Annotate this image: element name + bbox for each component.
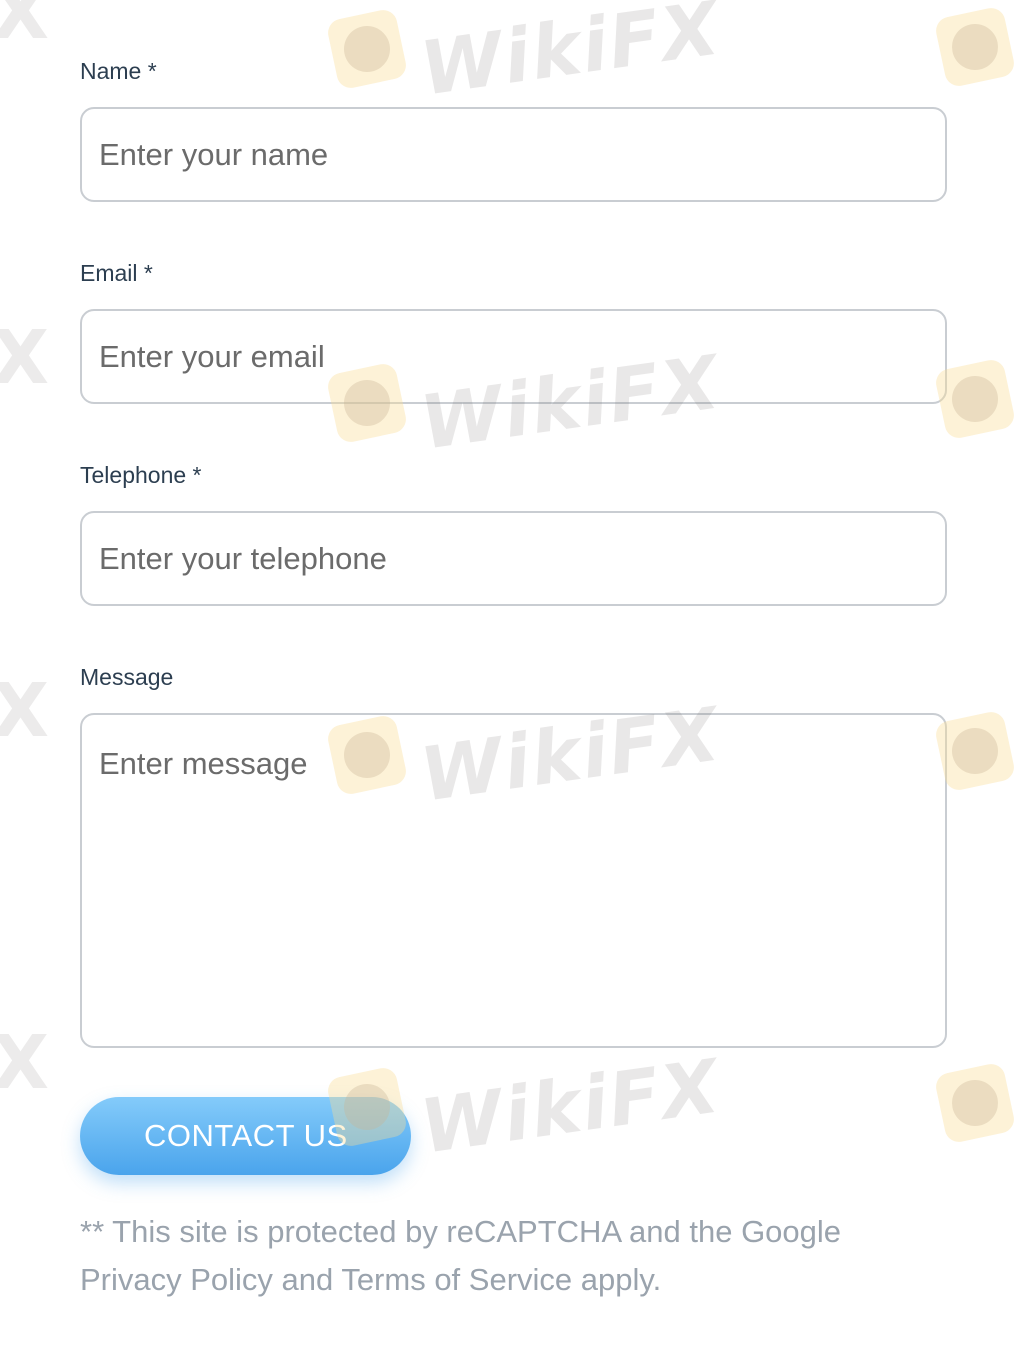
contact-us-button[interactable]: CONTACT US [80,1097,411,1175]
name-input[interactable] [80,107,947,202]
name-label: Name * [80,58,157,84]
message-label: Message [80,664,174,690]
email-label: Email * [80,260,153,286]
telephone-label: Telephone * [80,462,202,488]
email-input[interactable] [80,309,947,404]
message-textarea[interactable] [80,713,947,1048]
telephone-input[interactable] [80,511,947,606]
recaptcha-notice: ** This site is protected by reCAPTCHA a… [80,1214,842,1297]
contact-form: Name * Email * Telephone * Message CONTA… [0,0,1016,1362]
